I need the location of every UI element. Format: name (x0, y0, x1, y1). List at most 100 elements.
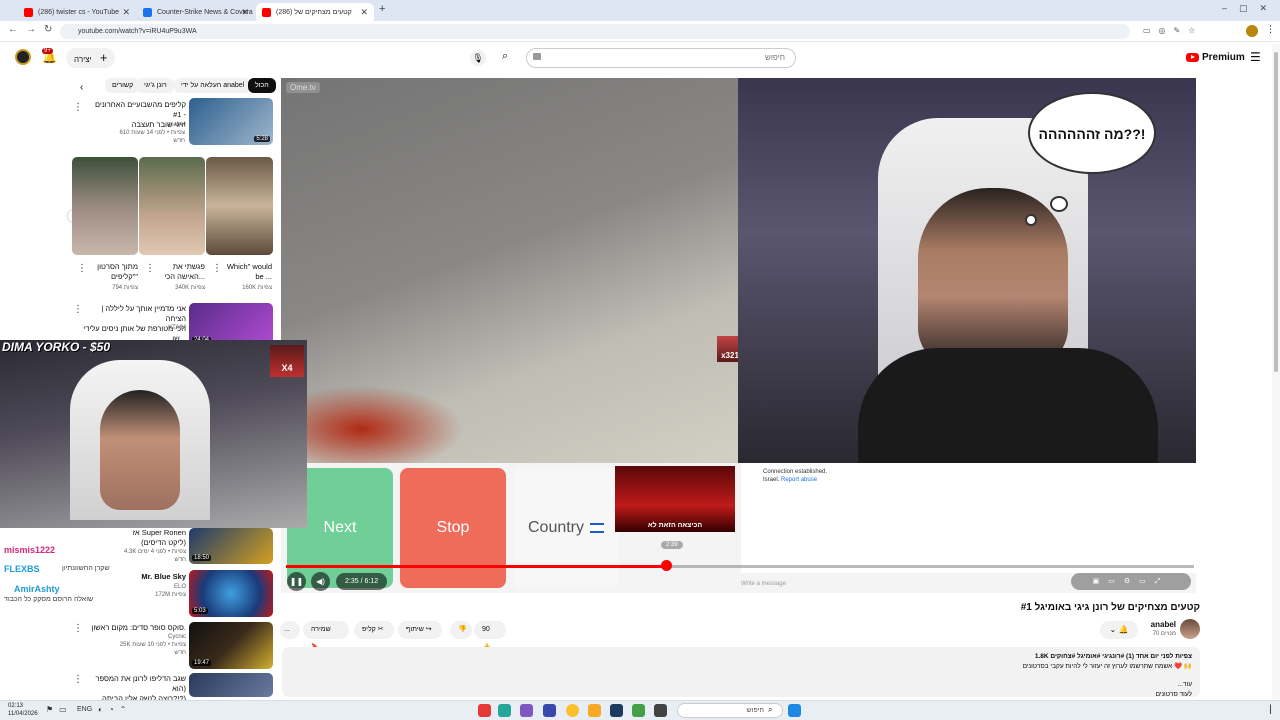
profile-avatar[interactable] (1246, 25, 1258, 37)
chips-scroll-left-icon[interactable]: ‹ (80, 82, 83, 93)
message-input[interactable]: Write a message (741, 581, 786, 587)
new-tab-icon[interactable]: + (379, 3, 385, 15)
chat-status-text: Connection established. (763, 469, 828, 475)
scrubber-handle[interactable] (660, 560, 672, 571)
chat-country-line: Israel. Report abuse (763, 477, 818, 483)
chip-all[interactable]: הכול (248, 78, 276, 93)
taskbar-app-icon[interactable] (478, 704, 491, 717)
steam-icon[interactable] (610, 704, 623, 717)
short-title[interactable]: Which" would be ... (224, 262, 272, 282)
red-blur-shape (281, 378, 481, 463)
short-thumbnail[interactable] (206, 157, 273, 255)
taskbar-search-icon[interactable]: ⌕ (768, 705, 772, 715)
browser-tab-active[interactable]: (286) קטעים מצחיקים של ✕ (256, 3, 374, 21)
language-indicator[interactable]: ENG (77, 706, 92, 713)
taskbar-app-icon[interactable] (543, 704, 556, 717)
description-box[interactable]: 1.8K צפיות לפני יום אחד (1) #רונגיגי #או… (282, 647, 1200, 698)
pause-button[interactable]: ❚❚ (287, 572, 306, 591)
more-actions-icon[interactable]: ⋮ (73, 674, 83, 685)
more-actions-icon[interactable]: ⋮ (73, 623, 83, 634)
account-avatar[interactable] (15, 49, 31, 65)
stop-button[interactable]: Stop (400, 468, 506, 588)
close-tab-icon[interactable]: ✕ (241, 7, 249, 18)
search-input[interactable]: חיפוש (526, 48, 796, 68)
more-actions-icon[interactable]: ⋮ (73, 304, 83, 315)
plus-icon: + (99, 50, 108, 65)
chrome-taskbar-icon[interactable] (566, 704, 579, 717)
task-view-icon[interactable] (654, 704, 667, 717)
window-controls[interactable]: –▢✕ (1222, 3, 1279, 14)
more-actions-icon[interactable]: ⋮ (77, 263, 87, 274)
guide-menu-icon[interactable]: ☰ (1250, 50, 1261, 64)
show-desktop-icon[interactable]: ▏ (1270, 705, 1276, 714)
clip-button[interactable]: קליפ ✂ (354, 621, 394, 639)
browser-tab[interactable]: (286) twister cs - YouTube ✕ (18, 3, 136, 21)
channel-avatar[interactable] (1180, 619, 1200, 639)
volume-button[interactable]: ◀) (311, 572, 330, 591)
chip-uploaded-by[interactable]: העלאה על ידי anabel (174, 78, 252, 93)
report-abuse-link[interactable]: Report abuse (781, 477, 817, 483)
streamer-overlay-cam: DIMA YORKO - $50 X4 (0, 340, 307, 528)
back-icon[interactable]: ← (8, 24, 18, 35)
player-settings-controls[interactable]: ▣▭⚙▭⤢ (1071, 573, 1191, 590)
reload-icon[interactable]: ↻ (44, 24, 52, 35)
scrollbar-thumb[interactable] (1274, 52, 1278, 372)
person-shape (918, 188, 1068, 368)
more-actions-icon[interactable]: ⋮ (73, 102, 83, 113)
overlay-tag: X4 (270, 345, 304, 377)
voice-search-icon[interactable]: 🎙 (470, 50, 486, 66)
more-button[interactable]: ... (280, 621, 300, 639)
windows-start-icon[interactable] (788, 704, 801, 717)
person-shape (100, 390, 180, 510)
progress-bar[interactable] (286, 565, 1194, 568)
browser-extension-icons[interactable]: ▭◎✎☆ (1143, 26, 1203, 35)
create-button[interactable]: יצירה + (66, 48, 116, 68)
file-explorer-icon[interactable] (588, 704, 601, 717)
search-icon[interactable]: ⌕ (502, 50, 508, 63)
video-title[interactable]: Mr. Blue Sky (100, 572, 186, 582)
short-title[interactable]: פגשתי את האישה הכי... (155, 262, 205, 282)
keyboard-icon[interactable] (533, 53, 541, 60)
video-thumbnail[interactable]: 5:28 (189, 98, 273, 145)
video-title[interactable]: סוקס סופר סדים: מקום ראשון. (88, 623, 186, 633)
system-tray-icons[interactable]: ⚑▭ (46, 705, 73, 714)
chip-related[interactable]: קשורים (105, 78, 141, 93)
video-thumbnail[interactable]: 19:47 (189, 622, 273, 669)
taskbar-app-icon[interactable] (632, 704, 645, 717)
show-more-link[interactable]: ...עוד (1178, 681, 1193, 688)
video-player[interactable]: Ome.tv x321 מה זהההההה??! Next Stop Coun… (281, 78, 1196, 593)
url-field[interactable]: youtube.com/watch?v=iRU4uP9u3WA (60, 24, 1130, 39)
video-thumbnail[interactable]: 24:04 (189, 303, 273, 345)
save-button[interactable]: שמירה 🔖 (303, 621, 349, 651)
chat-panel: Connection established. Israel. Report a… (741, 463, 1196, 587)
short-title[interactable]: מתוך הסרטון "קליפים" (88, 262, 138, 282)
video-thumbnail[interactable] (189, 673, 273, 697)
more-actions-icon[interactable]: ⋮ (212, 263, 222, 274)
close-tab-icon[interactable]: ✕ (122, 7, 130, 18)
system-clock[interactable]: 02:13 11/04/2026 (8, 702, 38, 718)
tray-network-volume-icons[interactable]: ◐◔⌃ (98, 705, 132, 714)
more-actions-icon[interactable]: ⋮ (145, 263, 155, 274)
browser-menu-icon[interactable]: ⋮ (1266, 24, 1275, 35)
short-thumbnail[interactable] (139, 157, 205, 255)
taskbar-app-icon[interactable] (498, 704, 511, 717)
close-tab-icon[interactable]: ✕ (360, 7, 368, 18)
chip-ronen[interactable]: רונן ג'יגי (137, 78, 174, 93)
share-button[interactable]: שיתוף ↪ (398, 621, 442, 639)
short-thumbnail[interactable] (72, 157, 138, 255)
dislike-button[interactable]: 👎 (450, 621, 472, 639)
video-thumbnail[interactable]: 5:03 (189, 570, 273, 617)
streamer-webcam-feed: מה זהההההה??! (738, 78, 1196, 463)
forward-icon[interactable]: → (26, 24, 36, 35)
video-thumbnail[interactable]: 18:50 (189, 528, 273, 564)
youtube-premium-logo[interactable]: Premium (1186, 52, 1245, 63)
taskbar-app-icon[interactable] (520, 704, 533, 717)
like-button[interactable]: 90 👍 (474, 621, 506, 651)
thought-bubble-dot (1050, 196, 1068, 212)
video-title[interactable]: אז Super Ronen (ליקט הדיסים) (90, 528, 186, 548)
country-button[interactable]: Country (513, 468, 619, 588)
overlay-streamer-label: DIMA YORKO - $50 (2, 340, 111, 354)
browser-tab[interactable]: Counter-Strike News & Covera ✕ (137, 3, 255, 21)
channel-name[interactable]: anabel (1140, 620, 1176, 629)
subscribed-button[interactable]: ⌄ 🔔 (1100, 621, 1138, 639)
